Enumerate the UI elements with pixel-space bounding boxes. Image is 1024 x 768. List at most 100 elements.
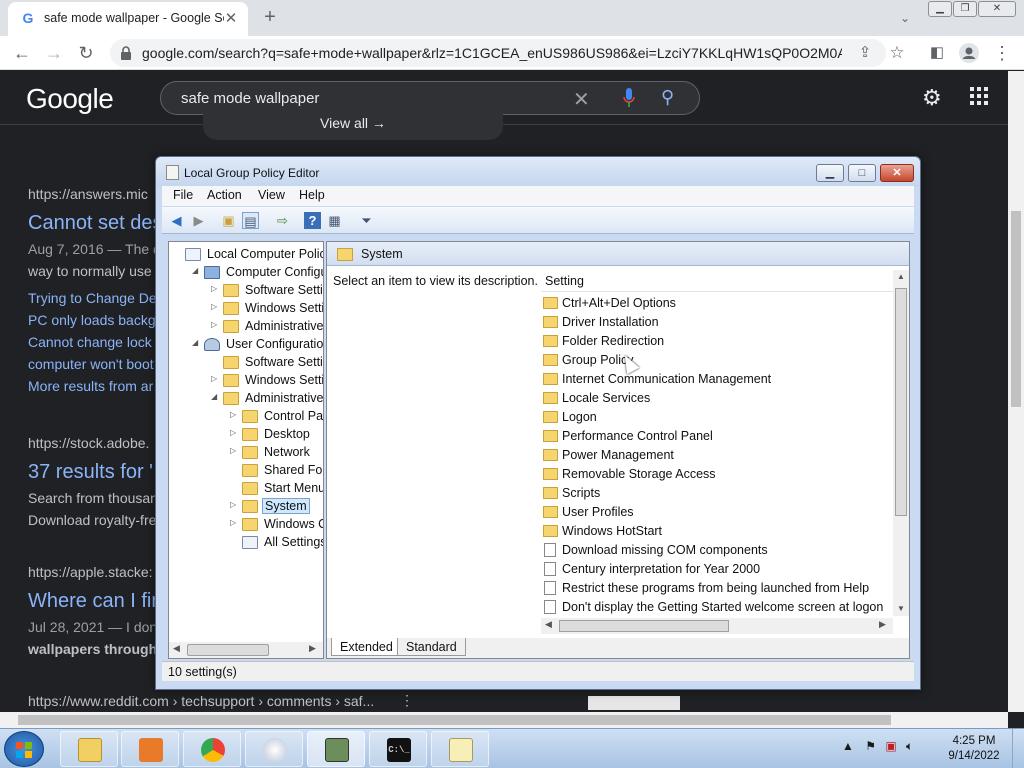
tree-item[interactable]: Software Settings — [211, 354, 323, 372]
expand-arrow-icon[interactable]: ▷ — [230, 428, 236, 437]
taskbar-chrome[interactable] — [183, 731, 241, 767]
close-button[interactable]: ✕ — [880, 164, 914, 182]
up-folder-icon[interactable]: ▣ — [220, 212, 237, 229]
settings-gear-icon[interactable]: ⚙ — [922, 85, 942, 111]
tree-item[interactable]: ▷ Windows Cor — [230, 516, 323, 534]
settings-vertical-scrollbar[interactable]: ▲ ▼ — [893, 270, 909, 616]
clear-search-icon[interactable]: ✕ — [573, 87, 590, 112]
tree-item[interactable]: ◢ Computer Configura — [192, 264, 323, 282]
network-error-icon[interactable]: ▣ — [885, 739, 896, 753]
properties-icon[interactable]: ▦ — [326, 212, 343, 229]
new-tab-button[interactable]: + — [258, 5, 282, 29]
page-horizontal-scrollbar[interactable] — [0, 712, 1008, 728]
maximize-button[interactable]: □ — [848, 164, 876, 182]
taskbar-gpedit[interactable] — [307, 731, 365, 767]
collapse-arrow-icon[interactable]: ◢ — [192, 266, 198, 275]
taskbar-notepad[interactable] — [431, 731, 489, 767]
clock[interactable]: 4:25 PM 9/14/2022 — [940, 734, 1008, 764]
settings-horizontal-scrollbar[interactable]: ◀ ▶ — [541, 618, 893, 634]
tab-standard[interactable]: Standard — [397, 638, 466, 656]
collapse-arrow-icon[interactable]: ◢ — [211, 392, 217, 401]
scroll-left-icon[interactable]: ◀ — [545, 619, 552, 630]
search-box[interactable]: safe mode wallpaper ✕ ⚲ — [160, 81, 700, 115]
menu-view[interactable]: View — [258, 188, 285, 202]
scroll-thumb[interactable] — [895, 288, 907, 516]
setting-column-header[interactable]: Setting — [541, 270, 893, 292]
scroll-thumb[interactable] — [187, 644, 269, 656]
minimize-button[interactable]: ▁ — [928, 1, 952, 17]
action-center-icon[interactable]: ⚑ — [865, 739, 876, 753]
scroll-right-icon[interactable]: ▶ — [879, 619, 886, 630]
restore-button[interactable]: ❐ — [953, 1, 977, 17]
menu-file[interactable]: File — [173, 188, 193, 202]
menu-kebab-icon[interactable]: ⋮ — [990, 41, 1014, 65]
result-sublink[interactable]: Trying to Change De — [28, 290, 157, 306]
result-title[interactable]: Where can I fir — [28, 590, 158, 613]
tab-search-chevron-icon[interactable]: ⌄ — [895, 8, 915, 28]
reload-icon[interactable]: ↻ — [74, 41, 98, 65]
view-all-button[interactable]: View all → — [203, 112, 503, 140]
tree-item[interactable]: ▷ Control Panel — [230, 408, 323, 426]
result-url[interactable]: https://www.reddit.com › techsupport › c… — [28, 693, 374, 709]
expand-arrow-icon[interactable]: ▷ — [230, 518, 236, 527]
more-options-icon[interactable]: ⋮ — [400, 692, 414, 709]
show-hidden-icons-chevron-icon[interactable]: ▲ — [842, 739, 854, 753]
expand-arrow-icon[interactable]: ▷ — [211, 374, 217, 383]
taskbar-media-player[interactable] — [121, 731, 179, 767]
filter-icon[interactable]: ⏷ — [358, 212, 375, 229]
tree-item[interactable]: All Settings — [230, 534, 323, 552]
search-input[interactable]: safe mode wallpaper — [181, 90, 319, 107]
expand-arrow-icon[interactable]: ▷ — [230, 410, 236, 419]
result-sublink[interactable]: computer won't boot — [28, 356, 154, 372]
google-logo[interactable]: Google — [26, 83, 114, 115]
scroll-thumb[interactable] — [559, 620, 729, 632]
tree-item[interactable]: ▷ Administrative Te — [211, 318, 323, 336]
tab-extended[interactable]: Extended — [331, 638, 402, 656]
result-title[interactable]: Cannot set des — [28, 212, 163, 235]
tree-item[interactable]: ▷ Network — [230, 444, 323, 462]
tree-horizontal-scrollbar[interactable]: ◀ ▶ — [169, 642, 323, 658]
show-hide-tree-icon[interactable]: ▤ — [242, 212, 259, 229]
menu-action[interactable]: Action — [207, 188, 242, 202]
result-sublink[interactable]: Cannot change lock — [28, 334, 152, 350]
result-title[interactable]: 37 results for ' — [28, 461, 153, 484]
menu-help[interactable]: Help — [299, 188, 325, 202]
page-vertical-scrollbar[interactable] — [1008, 71, 1024, 712]
bookmark-star-icon[interactable]: ☆ — [885, 41, 909, 65]
tree-item[interactable]: ◢ User Configuration — [192, 336, 323, 354]
tab-close-icon[interactable]: ✕ — [222, 10, 240, 28]
tab-active[interactable]: G safe mode wallpaper - Google Se ✕ — [8, 2, 248, 36]
tree-item[interactable]: Start Menu ar — [230, 480, 323, 498]
search-icon[interactable]: ⚲ — [661, 87, 674, 108]
scroll-left-icon[interactable]: ◀ — [173, 643, 180, 654]
taskbar-cmd[interactable]: C:\_ — [369, 731, 427, 767]
taskbar-app[interactable] — [245, 731, 303, 767]
scroll-thumb[interactable] — [1011, 211, 1021, 407]
side-panel-icon[interactable]: ◧ — [925, 41, 949, 65]
google-apps-icon[interactable] — [970, 87, 990, 107]
result-sublink[interactable]: More results from ar — [28, 378, 153, 394]
expand-arrow-icon[interactable]: ▷ — [230, 446, 236, 455]
scroll-right-icon[interactable]: ▶ — [309, 643, 316, 654]
tree-item[interactable]: ▷ System — [230, 498, 323, 516]
expand-arrow-icon[interactable]: ▷ — [230, 500, 236, 509]
tree-item[interactable]: ◢ Administrative Te — [211, 390, 323, 408]
tree-item[interactable]: ▷ Windows Setting — [211, 300, 323, 318]
tree-item[interactable]: ▷ Software Settings — [211, 282, 323, 300]
back-arrow-icon[interactable]: ◀ — [168, 212, 185, 229]
share-icon[interactable]: ⇪ — [853, 41, 877, 65]
microphone-icon[interactable] — [623, 88, 635, 108]
scroll-down-icon[interactable]: ▼ — [897, 604, 905, 613]
taskbar-explorer[interactable] — [60, 731, 118, 767]
expand-arrow-icon[interactable]: ▷ — [211, 320, 217, 329]
result-sublink[interactable]: PC only loads backg — [28, 312, 156, 328]
tree-item[interactable]: ▷ Windows Setting — [211, 372, 323, 390]
close-window-button[interactable]: ✕ — [978, 1, 1016, 17]
start-button[interactable] — [4, 731, 44, 767]
window-title-bar[interactable]: Local Group Policy Editor ▁ □ ✕ — [156, 157, 920, 187]
export-list-icon[interactable]: ⇨ — [274, 212, 291, 229]
minimize-button[interactable]: ▁ — [816, 164, 844, 182]
expand-arrow-icon[interactable]: ▷ — [211, 284, 217, 293]
back-icon[interactable]: ← — [10, 41, 34, 65]
show-desktop-button[interactable] — [1012, 729, 1024, 768]
